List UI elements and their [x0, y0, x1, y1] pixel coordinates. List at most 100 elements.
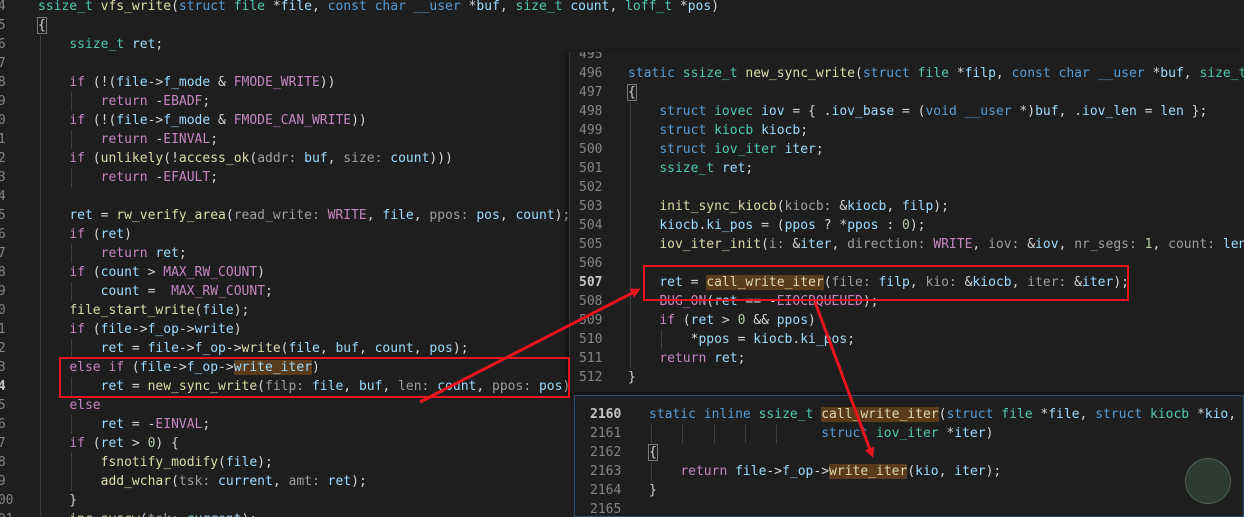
line-number: 508 — [579, 294, 603, 309]
line-number: 76 — [0, 37, 6, 52]
code-text: ssize_t ret; — [659, 161, 754, 176]
indent-guide — [630, 254, 631, 273]
code-line[interactable]: 2160 static inline ssize_t call_write_ite… — [575, 405, 1243, 424]
code-text: return -EFAULT; — [100, 170, 219, 185]
code-line[interactable]: 2164} — [575, 481, 1243, 500]
code-line[interactable]: 510 *ppos = kiocb.ki_pos; — [570, 330, 1244, 349]
code-line[interactable]: 2163 return file->f_op->write_iter(kio, … — [575, 462, 1243, 481]
line-number: 499 — [579, 123, 603, 138]
code-line[interactable]: 500 struct iov_iter iter; — [570, 140, 1244, 159]
line-number: 2164 — [590, 483, 622, 498]
line-number: 90 — [0, 303, 6, 318]
code-text: ret = rw_verify_area(read_write: WRITE, … — [69, 208, 571, 223]
line-number: 509 — [579, 313, 603, 328]
code-text: ssize_t vfs_write(struct file *file, con… — [38, 0, 720, 14]
line-number: 87 — [0, 246, 6, 261]
code-text: if (ret > 0) { — [69, 436, 179, 451]
code-line[interactable]: 74 ssize_t vfs_write(struct file *file, c… — [0, 0, 722, 16]
line-number: 78 — [0, 75, 6, 90]
code-text: if (unlikely(!access_ok(addr: buf, size:… — [69, 151, 453, 166]
line-number: 498 — [579, 104, 603, 119]
line-number: 100 — [0, 493, 14, 508]
code-text: struct kiocb kiocb; — [659, 123, 809, 138]
code-line[interactable]: 509 if (ret > 0 && ppos) — [570, 311, 1244, 330]
line-number: 505 — [579, 237, 603, 252]
line-number: 2163 — [590, 464, 622, 479]
code-text: static ssize_t new_sync_write(struct fil… — [628, 66, 1244, 81]
line-number: 496 — [579, 66, 603, 81]
code-line[interactable]: 511 return ret; — [570, 349, 1244, 368]
line-number: 75 — [0, 18, 6, 33]
line-number: 80 — [0, 113, 6, 128]
line-number: 77 — [0, 56, 6, 71]
code-line[interactable]: 495 — [570, 52, 1244, 64]
code-text: if (!(file->f_mode & FMODE_CAN_WRITE)) — [69, 113, 367, 128]
code-text: ret = file->f_op->write(file, buf, count… — [100, 341, 469, 356]
code-line[interactable]: 497 { — [570, 83, 1244, 102]
line-number: 74 — [0, 0, 6, 14]
code-line[interactable]: 505 iov_iter_init(i: &iter, direction: W… — [570, 235, 1244, 254]
line-number: 92 — [0, 341, 6, 356]
code-text: file_start_write(file); — [69, 303, 250, 318]
code-line[interactable]: 512} — [570, 368, 1244, 387]
code-text: return file->f_op->write_iter(kio, iter)… — [680, 464, 1002, 479]
code-text: *ppos = kiocb.ki_pos; — [628, 332, 856, 347]
line-number: 101 — [0, 510, 13, 517]
code-line[interactable]: 504 kiocb.ki_pos = (ppos ? *ppos : 0); — [570, 216, 1244, 235]
code-text: if (ret > 0 && ppos) — [659, 313, 816, 328]
line-number: 2162 — [590, 445, 622, 460]
line-number: 93 — [0, 360, 6, 375]
line-number: 510 — [579, 332, 603, 347]
peek-pane-new-sync-write[interactable]: 495 496 static ssize_t new_sync_write(stru… — [569, 52, 1244, 392]
code-text: { — [648, 444, 658, 461]
watermark-logo — [1185, 458, 1231, 504]
line-number: 89 — [0, 284, 6, 299]
code-line[interactable]: 2161 struct iov_iter *iter) — [575, 424, 1243, 443]
line-number: 83 — [0, 170, 6, 185]
code-text: fsnotify_modify(file); — [100, 455, 273, 470]
code-line[interactable]: 75 { — [0, 16, 722, 35]
line-number: 511 — [579, 351, 603, 366]
line-number: 95 — [0, 398, 6, 413]
code-text: return -EINVAL; — [100, 132, 219, 147]
code-text: ret = call_write_iter(file: filp, kio: &… — [659, 275, 1129, 290]
code-line[interactable]: 498 struct iovec iov = { .iov_base = (vo… — [570, 102, 1244, 121]
code-text: ssize_t ret; — [69, 37, 164, 52]
indent-guide — [40, 54, 41, 73]
code-text: if (file->f_op->write) — [69, 322, 242, 337]
code-line[interactable]: 496 static ssize_t new_sync_write(struct … — [570, 64, 1244, 83]
line-number: 507 — [579, 275, 603, 290]
line-number: 85 — [0, 208, 6, 223]
code-text: return ret; — [659, 351, 746, 366]
line-number: 2160 — [590, 407, 622, 422]
code-text: return -EBADF; — [100, 94, 211, 109]
code-line[interactable]: 2162 { — [575, 443, 1243, 462]
code-text: BUG_ON(ret == -EIOCBQUEUED); — [659, 294, 879, 309]
code-text: ret = -EINVAL; — [100, 417, 211, 432]
code-line[interactable]: 2165 — [575, 500, 1243, 516]
line-number: 86 — [0, 227, 6, 242]
line-number: 98 — [0, 455, 6, 470]
peek-pane-call-write-iter[interactable]: 2160 static inline ssize_t call_write_ite… — [574, 395, 1244, 517]
code-text: struct iov_iter *iter) — [821, 426, 994, 441]
code-line[interactable]: 503 init_sync_kiocb(kiocb: &kiocb, filp)… — [570, 197, 1244, 216]
code-text: } — [649, 483, 657, 498]
code-line[interactable]: 502 — [570, 178, 1244, 197]
code-line[interactable]: 499 struct kiocb kiocb; — [570, 121, 1244, 140]
line-number: 84 — [0, 189, 6, 204]
line-number: 88 — [0, 265, 6, 280]
line-number: 502 — [579, 180, 603, 195]
code-text: init_sync_kiocb(kiocb: &kiocb, filp); — [659, 199, 949, 214]
line-number: 91 — [0, 322, 6, 337]
code-text: } — [38, 493, 78, 508]
code-line[interactable]: 501 ssize_t ret; — [570, 159, 1244, 178]
code-text: { — [37, 17, 47, 34]
code-text: inc_syscw(tsk: current); — [38, 510, 257, 517]
code-line[interactable]: 507 ret = call_write_iter(file: filp, ki… — [570, 273, 1244, 292]
indent-guide — [630, 178, 631, 197]
code-line[interactable]: 508 BUG_ON(ret == -EIOCBQUEUED); — [570, 292, 1244, 311]
code-text: ret = new_sync_write(filp: file, buf, le… — [100, 379, 579, 394]
code-text: struct iov_iter iter; — [659, 142, 824, 157]
line-number: 2161 — [590, 426, 622, 441]
code-line[interactable]: 506 — [570, 254, 1244, 273]
